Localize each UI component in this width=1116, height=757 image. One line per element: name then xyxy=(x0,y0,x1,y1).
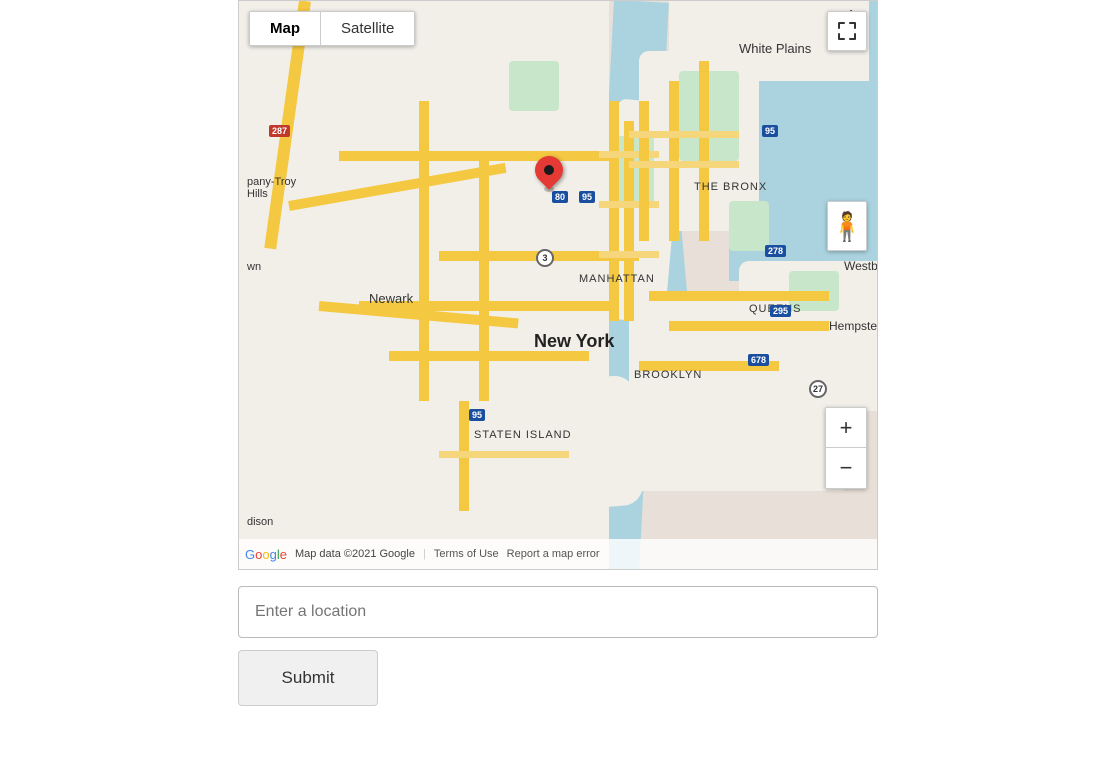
shield-i295: 295 xyxy=(770,305,791,317)
pelham-bay-park xyxy=(679,71,739,161)
shield-287: 287 xyxy=(269,125,290,137)
shield-i678: 678 xyxy=(748,354,769,366)
pin-dot xyxy=(544,165,554,175)
road-bronx-cross xyxy=(629,131,739,138)
shield-i95-top: 95 xyxy=(762,125,778,137)
road-vert-nj2 xyxy=(479,151,489,401)
shield-i95-si: 95 xyxy=(469,409,485,421)
google-logo: Google xyxy=(245,547,287,562)
shield-rt3: 3 xyxy=(536,249,554,267)
zoom-in-button[interactable]: + xyxy=(826,408,866,448)
road-si-2 xyxy=(439,451,569,458)
road-cross-3 xyxy=(599,251,659,258)
footer-separator: | xyxy=(423,548,426,560)
road-bk-2 xyxy=(669,321,829,331)
map-type-map-button[interactable]: Map xyxy=(250,12,321,45)
page-wrapper: White Plains THE BRONX MANHATTAN Newark … xyxy=(0,0,1116,757)
flushing-meadows xyxy=(729,201,769,251)
road-vert-nj xyxy=(419,101,429,401)
pin-body xyxy=(529,150,569,190)
road-bronx-1 xyxy=(639,101,649,241)
submit-button[interactable]: Submit xyxy=(238,650,378,706)
report-map-error-link[interactable]: Report a map error xyxy=(507,548,600,560)
terms-of-use-link[interactable]: Terms of Use xyxy=(434,548,499,560)
staten-island xyxy=(474,374,645,517)
map-container: White Plains THE BRONX MANHATTAN Newark … xyxy=(238,0,878,570)
pegman-icon: 🧍 xyxy=(830,210,865,243)
map-type-controls: Map Satellite xyxy=(249,11,415,46)
location-input[interactable] xyxy=(238,586,878,638)
nj-park-1 xyxy=(509,61,559,111)
map-pin xyxy=(534,156,564,196)
road-vert-manhattan xyxy=(609,101,619,321)
zoom-controls: + − xyxy=(825,407,867,489)
shield-i278: 278 xyxy=(765,245,786,257)
zoom-out-button[interactable]: − xyxy=(826,448,866,488)
map-footer: Google Map data ©2021 Google | Terms of … xyxy=(239,539,877,569)
road-cross-1 xyxy=(599,151,659,158)
map-copyright: Map data ©2021 Google xyxy=(295,548,415,560)
shield-i95-mid: 95 xyxy=(579,191,595,203)
fullscreen-button[interactable] xyxy=(827,11,867,51)
map-type-satellite-button[interactable]: Satellite xyxy=(321,12,414,45)
road-bronx-cross2 xyxy=(629,161,739,168)
shield-rt27: 27 xyxy=(809,380,827,398)
road-bk-1 xyxy=(649,291,829,301)
road-cross-2 xyxy=(599,201,659,208)
road-bronx-3 xyxy=(699,61,709,241)
map-background xyxy=(239,1,877,569)
input-section: Submit xyxy=(238,586,878,706)
pegman-button[interactable]: 🧍 xyxy=(827,201,867,251)
